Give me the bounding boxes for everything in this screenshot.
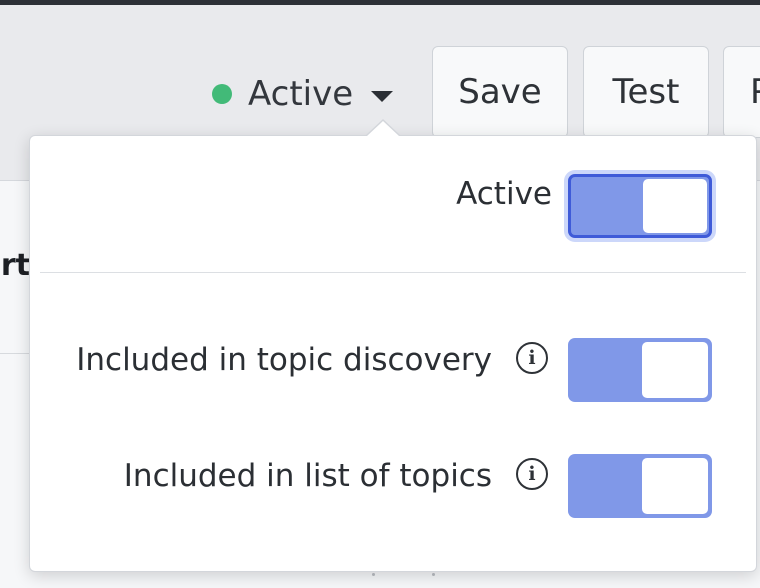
caret-down-icon — [371, 90, 394, 102]
active-label: Active — [456, 176, 552, 212]
toggle-knob — [642, 458, 708, 514]
topic-discovery-toggle[interactable] — [568, 338, 712, 402]
toggle-knob — [642, 342, 708, 398]
background-dot — [372, 573, 375, 576]
background-heading-fragment: rt — [0, 248, 30, 283]
popover-arrow-fill — [367, 121, 399, 136]
list-of-topics-label: Included in list of topics — [123, 458, 492, 494]
topic-discovery-label: Included in topic discovery — [76, 342, 492, 378]
list-of-topics-toggle[interactable] — [568, 454, 712, 518]
status-dropdown[interactable]: Active — [212, 68, 394, 120]
popover-divider — [40, 272, 746, 273]
background-divider — [0, 353, 30, 354]
info-icon[interactable]: i — [516, 458, 548, 490]
background-dot — [432, 573, 435, 576]
top-border — [0, 0, 760, 5]
active-toggle[interactable] — [568, 174, 712, 238]
save-button[interactable]: Save — [432, 46, 568, 138]
test-button[interactable]: Test — [583, 46, 709, 138]
info-icon[interactable]: i — [516, 342, 548, 374]
truncated-header-button[interactable]: P — [723, 46, 760, 138]
status-label: Active — [248, 74, 354, 114]
toggle-knob — [643, 179, 707, 233]
status-dot-icon — [212, 84, 232, 104]
